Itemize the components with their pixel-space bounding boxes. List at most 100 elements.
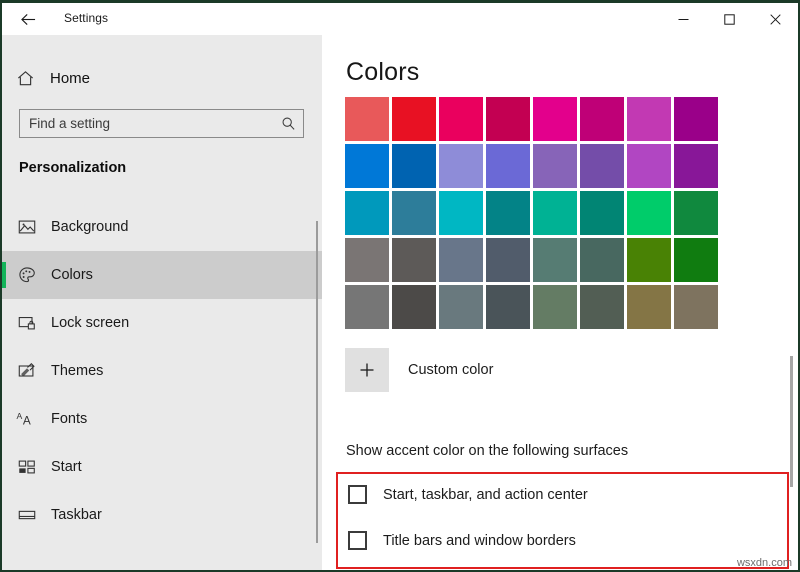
sidebar-item-colors[interactable]: Colors [2, 251, 322, 299]
sidebar-item-label: Background [51, 219, 129, 235]
color-swatch[interactable] [439, 144, 483, 188]
color-swatch[interactable] [486, 238, 530, 282]
minimize-icon [678, 18, 688, 20]
search-input[interactable] [20, 110, 274, 137]
color-swatch[interactable] [439, 97, 483, 141]
custom-color-button[interactable] [345, 348, 389, 392]
color-swatch[interactable] [486, 285, 530, 329]
checkbox-row-start-taskbar-action-center[interactable]: Start, taskbar, and action center [348, 485, 588, 504]
lock-screen-icon [2, 313, 51, 333]
sidebar-item-label: Start [51, 459, 82, 475]
color-swatch[interactable] [345, 144, 389, 188]
sidebar-item-label: Colors [51, 267, 93, 283]
color-swatch[interactable] [627, 144, 671, 188]
sidebar-item-home[interactable]: Home [2, 60, 322, 96]
color-swatch[interactable] [392, 191, 436, 235]
color-swatch[interactable] [486, 144, 530, 188]
color-swatch[interactable] [345, 97, 389, 141]
color-swatch[interactable] [439, 285, 483, 329]
color-swatch[interactable] [627, 238, 671, 282]
main-scrollbar[interactable] [790, 356, 793, 487]
color-swatch[interactable] [674, 144, 718, 188]
annotation-box: Start, taskbar, and action center Title … [336, 472, 789, 569]
color-swatch[interactable] [345, 285, 389, 329]
color-swatch[interactable] [533, 97, 577, 141]
search-icon[interactable] [274, 110, 303, 137]
window-title: Settings [64, 11, 109, 25]
checkbox-label: Start, taskbar, and action center [383, 486, 588, 503]
close-icon [769, 13, 781, 25]
surfaces-heading: Show accent color on the following surfa… [346, 443, 629, 459]
sidebar-item-lock-screen[interactable]: Lock screen [2, 299, 322, 347]
back-arrow-icon [20, 13, 35, 25]
color-swatch[interactable] [486, 191, 530, 235]
color-swatch[interactable] [627, 285, 671, 329]
minimize-button[interactable] [660, 3, 706, 35]
color-swatch[interactable] [345, 191, 389, 235]
sidebar-item-fonts[interactable]: A A Fonts [2, 395, 322, 443]
sidebar-item-label: Taskbar [51, 507, 102, 523]
custom-color-row[interactable]: Custom color [345, 348, 493, 392]
color-swatch[interactable] [439, 238, 483, 282]
sidebar-item-start[interactable]: Start [2, 443, 322, 491]
color-swatch[interactable] [627, 97, 671, 141]
sidebar-nav-list: Background Colors Lock screen Themes A A… [2, 203, 322, 539]
main-content: Colors Custom color Show accent color on… [322, 35, 798, 570]
color-swatch[interactable] [392, 144, 436, 188]
checkbox-row-title-bars-window-borders[interactable]: Title bars and window borders [348, 531, 576, 550]
color-swatch[interactable] [486, 97, 530, 141]
sidebar-item-label: Lock screen [51, 315, 130, 331]
color-swatch[interactable] [627, 191, 671, 235]
category-title: Personalization [19, 160, 127, 176]
plus-icon [360, 363, 374, 377]
taskbar-icon [2, 505, 51, 525]
accent-color-grid [345, 97, 718, 329]
sidebar-item-taskbar[interactable]: Taskbar [2, 491, 322, 539]
themes-pen-icon [2, 361, 51, 381]
color-swatch[interactable] [392, 97, 436, 141]
sidebar-item-themes[interactable]: Themes [2, 347, 322, 395]
color-swatch[interactable] [533, 191, 577, 235]
close-button[interactable] [752, 3, 798, 35]
checkbox-title-bars-window-borders[interactable] [348, 531, 367, 550]
svg-text:A: A [22, 413, 30, 427]
selection-accent-bar [2, 262, 6, 288]
page-title: Colors [346, 58, 420, 86]
color-swatch[interactable] [674, 97, 718, 141]
sidebar-item-background[interactable]: Background [2, 203, 322, 251]
color-swatch[interactable] [580, 144, 624, 188]
color-swatch[interactable] [439, 191, 483, 235]
color-swatch[interactable] [580, 191, 624, 235]
back-button[interactable] [8, 5, 48, 33]
palette-icon [2, 265, 51, 285]
color-swatch[interactable] [580, 238, 624, 282]
sidebar-scrollbar[interactable] [316, 221, 318, 543]
sidebar: Home Personalization [2, 3, 322, 570]
sidebar-item-label: Themes [51, 363, 104, 379]
color-swatch[interactable] [392, 238, 436, 282]
color-swatch[interactable] [674, 238, 718, 282]
home-icon [2, 69, 48, 88]
maximize-button[interactable] [706, 3, 752, 35]
color-swatch[interactable] [580, 285, 624, 329]
image-icon [2, 217, 51, 237]
color-swatch[interactable] [533, 285, 577, 329]
color-swatch[interactable] [674, 191, 718, 235]
color-swatch[interactable] [345, 238, 389, 282]
color-swatch[interactable] [580, 97, 624, 141]
color-swatch[interactable] [674, 285, 718, 329]
settings-window: Home Personalization [2, 3, 798, 570]
sidebar-item-label: Fonts [51, 411, 88, 427]
search-box[interactable] [19, 109, 304, 138]
checkbox-start-taskbar-action-center[interactable] [348, 485, 367, 504]
watermark: wsxdn.com [736, 557, 792, 569]
checkbox-label: Title bars and window borders [383, 532, 576, 549]
color-swatch[interactable] [392, 285, 436, 329]
svg-text:A: A [16, 411, 22, 421]
fonts-aa-icon: A A [2, 409, 51, 429]
maximize-icon [723, 13, 735, 25]
title-bar: Settings [2, 3, 798, 35]
color-swatch[interactable] [533, 144, 577, 188]
start-tiles-icon [2, 457, 51, 477]
color-swatch[interactable] [533, 238, 577, 282]
